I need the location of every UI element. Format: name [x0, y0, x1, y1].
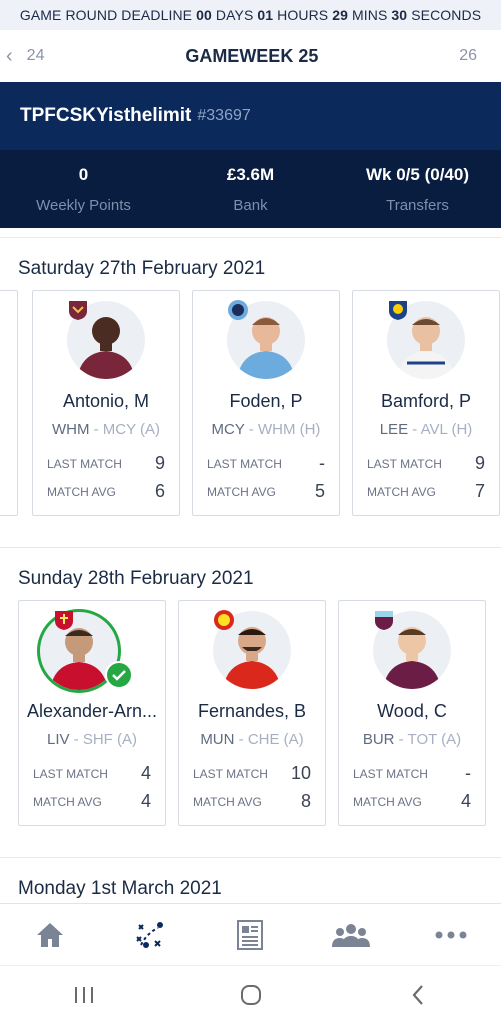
player-name: Wood, C: [377, 701, 447, 721]
news-icon: [237, 919, 264, 950]
transfers-stat[interactable]: Wk 0/5 (0/40) Transfers: [334, 165, 501, 214]
match-avg-row: MATCH AVG 8: [193, 791, 311, 811]
last-match-row: LAST MATCH 4: [33, 763, 151, 783]
fixture: MUN - CHE (A): [200, 731, 304, 748]
section-divider: [0, 530, 501, 548]
group-icon: [331, 923, 370, 947]
gameweek-title: GAMEWEEK 25: [185, 45, 319, 66]
player-card-selected[interactable]: Alexander-Arn... LIV - SHF (A) LAST MATC…: [18, 600, 166, 826]
nav-home[interactable]: [20, 915, 80, 955]
player-card[interactable]: Wood, C BUR - TOT (A) LAST MATCH - MATCH …: [338, 600, 486, 826]
last-match-row: LAST MATCH 10: [193, 763, 311, 783]
fixture: MCY - WHM (H): [211, 421, 321, 438]
match-avg-row: MATCH AVG 6: [47, 481, 165, 501]
prev-gameweek-label: 24: [26, 47, 45, 64]
deadline-bar: GAME ROUND DEADLINE 00 DAYS 01 HOURS 29 …: [0, 0, 501, 30]
last-match-row: LAST MATCH -: [207, 453, 325, 473]
more-icon: [435, 931, 467, 938]
man-utd-badge-icon: [214, 610, 234, 630]
player-card[interactable]: Fernandes, B MUN - CHE (A) LAST MATCH 10 …: [178, 600, 326, 826]
leeds-badge-icon: [389, 301, 407, 320]
team-id: #33697: [197, 107, 251, 124]
nav-more[interactable]: [421, 915, 481, 955]
player-name: Alexander-Arn...: [26, 701, 158, 721]
fixture-row-saturday: Antonio, M WHM - MCY (A) LAST MATCH 9 MAT…: [0, 290, 501, 530]
player-card[interactable]: Antonio, M WHM - MCY (A) LAST MATCH 9 MAT…: [32, 290, 180, 516]
back-icon: [412, 985, 423, 1005]
prev-gameweek-button[interactable]: ‹ 24: [6, 46, 44, 66]
fixture: LIV - SHF (A): [46, 731, 138, 748]
man-city-badge-icon: [228, 300, 248, 320]
match-avg-row: MATCH AVG 5: [207, 481, 325, 501]
match-avg-row: MATCH AVG 7: [367, 481, 485, 501]
player-name: Bamford, P: [380, 391, 472, 411]
nav-leagues[interactable]: [321, 915, 381, 955]
chevron-left-icon: ‹: [6, 45, 13, 67]
back-system-button[interactable]: [388, 975, 448, 1015]
player-name: Foden, P: [229, 391, 303, 411]
selected-check-icon: [105, 661, 133, 689]
next-gameweek-button[interactable]: 26: [459, 47, 477, 65]
liverpool-badge-icon: [55, 611, 73, 630]
match-avg-row: MATCH AVG 4: [353, 791, 471, 811]
section-divider: [0, 840, 501, 858]
recent-apps-icon: [74, 987, 93, 1003]
divider: [0, 228, 501, 238]
match-avg-row: MATCH AVG 4: [33, 791, 151, 811]
player-card[interactable]: Foden, P MCY - WHM (H) LAST MATCH - MATCH…: [192, 290, 340, 516]
player-name: Fernandes, B: [197, 701, 307, 721]
home-system-button[interactable]: [221, 975, 281, 1015]
day-heading: Sunday 28th February 2021: [18, 568, 254, 589]
gameweek-nav: ‹ 24 GAMEWEEK 25 26: [0, 30, 501, 82]
player-name: Antonio, M: [62, 391, 150, 411]
tactics-icon: [136, 921, 164, 948]
team-stats: 0 Weekly Points £3.6M Bank Wk 0/5 (0/40)…: [0, 150, 501, 228]
nav-tactics[interactable]: [120, 915, 180, 955]
android-nav-bar: [0, 965, 501, 1024]
nav-news[interactable]: [220, 915, 280, 955]
fixture: LEE - AVL (H): [379, 421, 473, 438]
bank-stat: £3.6M Bank: [226, 164, 275, 214]
fixture: BUR - TOT (A): [362, 731, 462, 748]
home-circle-icon: [240, 985, 261, 1005]
weekly-points-stat: 0 Weekly Points: [36, 164, 131, 214]
day-heading: Saturday 27th February 2021: [18, 258, 266, 279]
burnley-badge-icon: [375, 611, 393, 630]
team-header: TPFCSKYisthelimit #33697: [0, 82, 501, 150]
west-ham-badge-icon: [69, 301, 87, 320]
player-card-partial[interactable]: [0, 290, 18, 516]
fixture: WHM - MCY (A): [51, 421, 161, 438]
recent-apps-button[interactable]: [54, 975, 114, 1015]
last-match-row: LAST MATCH 9: [47, 453, 165, 473]
home-icon: [37, 922, 64, 947]
fixture-row-sunday: Alexander-Arn... LIV - SHF (A) LAST MATC…: [0, 600, 501, 840]
player-card[interactable]: Bamford, P LEE - AVL (H) LAST MATCH 9 MAT…: [352, 290, 500, 516]
last-match-row: LAST MATCH -: [353, 763, 471, 783]
bottom-nav: [0, 903, 501, 965]
last-match-row: LAST MATCH 9: [367, 453, 485, 473]
team-name: TPFCSKYisthelimit: [20, 105, 192, 126]
